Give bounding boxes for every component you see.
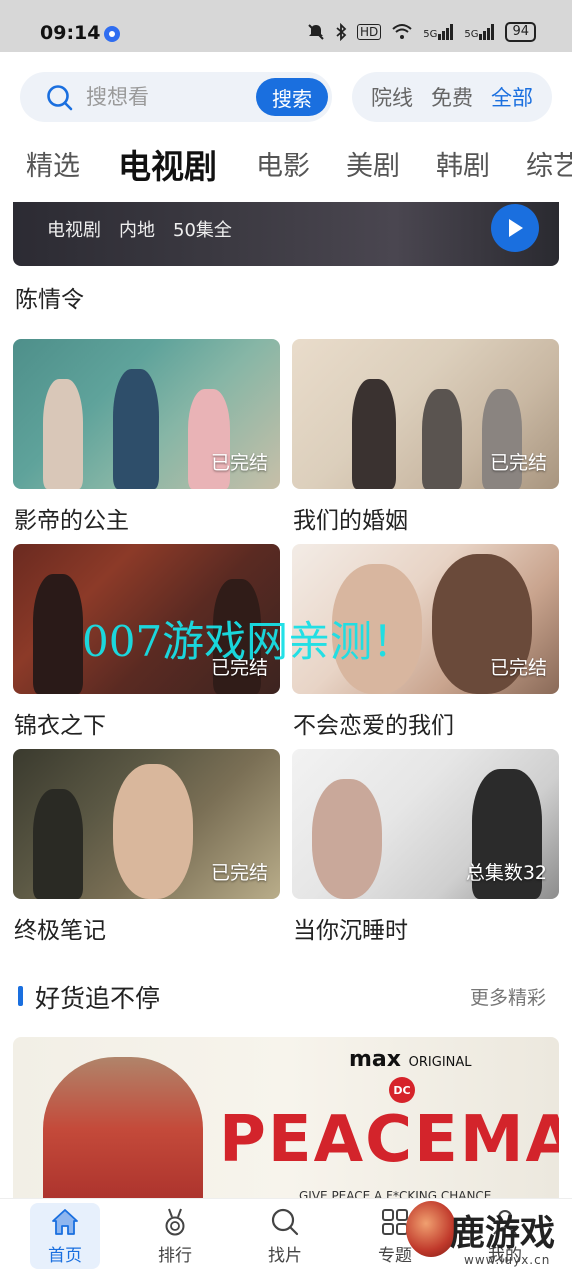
filter-cinema[interactable]: 院线 (371, 82, 413, 112)
tab-variety[interactable]: 综艺 (526, 144, 572, 183)
show-thumbnail[interactable]: 已完结 (13, 339, 280, 489)
home-icon (52, 1208, 78, 1235)
logo-url: www.luyx.cn (464, 1253, 551, 1267)
corner-logo: 鹿游戏 www.luyx.cn (406, 1193, 572, 1279)
banner-tag-episodes: 50集全 (173, 220, 232, 241)
show-title[interactable]: 影帝的公主 (13, 501, 280, 535)
signal-5g-2: 5G (464, 24, 495, 40)
wifi-icon (392, 24, 412, 39)
search-box[interactable]: 搜索 (20, 72, 332, 122)
show-thumbnail[interactable]: 总集数32 (292, 749, 559, 899)
banner-title[interactable]: 陈情令 (15, 280, 84, 314)
tab-featured[interactable]: 精选 (26, 144, 80, 183)
play-button[interactable] (491, 204, 539, 252)
channel-tabs: 精选 电视剧 电影 美剧 韩剧 综艺 (0, 136, 572, 198)
notification-dot-icon (104, 26, 120, 42)
nav-find[interactable]: 找片 (250, 1203, 320, 1269)
featured-banner[interactable]: 电视剧 内地 50集全 (13, 202, 559, 266)
feature-title: PEACEMAKE (219, 1103, 559, 1177)
status-icons: HD 5G 5G 94 (307, 22, 536, 42)
hd-label: HD (356, 24, 382, 40)
mute-icon (308, 24, 324, 40)
bluetooth-icon (336, 23, 347, 41)
poster-figure (422, 389, 462, 489)
medal-icon (165, 1208, 185, 1235)
filter-free[interactable]: 免费 (431, 82, 473, 112)
search-icon (47, 85, 73, 111)
show-thumbnail[interactable]: 已完结 (13, 749, 280, 899)
status-badge: 已完结 (210, 452, 268, 474)
show-card[interactable]: 已完结 我们的婚姻 (292, 339, 559, 535)
show-title[interactable]: 终极笔记 (13, 911, 280, 945)
watermark-text: 007游戏网亲测！ (82, 617, 415, 666)
signal-icon (479, 24, 495, 40)
status-time: 09:14 (40, 22, 101, 44)
signal-5g-1: 5G (423, 24, 454, 40)
poster-figure (33, 789, 83, 899)
show-title[interactable]: 当你沉睡时 (292, 911, 559, 945)
show-title[interactable]: 不会恋爱的我们 (292, 706, 559, 740)
search-row: 搜索 院线 免费 全部 (0, 52, 572, 136)
banner-tag-genre: 电视剧 (47, 220, 101, 241)
nav-label: 找片 (268, 1245, 302, 1266)
content-feed[interactable]: 电视剧 内地 50集全 陈情令 已完结 影帝的公主 已完结 我们的婚姻 已完结 … (0, 198, 572, 1198)
nav-home[interactable]: 首页 (30, 1203, 100, 1269)
signal-icon (438, 24, 454, 40)
tab-tv-series[interactable]: 电视剧 (118, 140, 217, 188)
filter-all[interactable]: 全部 (491, 82, 533, 112)
status-badge: 已完结 (489, 452, 547, 474)
show-thumbnail[interactable]: 已完结 (292, 339, 559, 489)
play-icon (509, 219, 523, 237)
dc-logo: DC (389, 1077, 415, 1103)
feature-hero-image (43, 1057, 203, 1198)
section-accent-bar (18, 986, 23, 1006)
poster-figure (113, 764, 193, 899)
more-link[interactable]: 更多精彩 (470, 983, 546, 1010)
status-badge: 已完结 (210, 862, 268, 884)
poster-figure (312, 779, 382, 899)
filter-group: 院线 免费 全部 (352, 72, 552, 122)
nav-ranking[interactable]: 排行 (140, 1203, 210, 1269)
feature-banner[interactable]: max ORIGINAL DC PEACEMAKE GIVE PEACE A F… (13, 1037, 559, 1198)
search-icon (271, 1208, 299, 1235)
search-button[interactable]: 搜索 (256, 78, 328, 116)
poster-figure (33, 574, 83, 694)
battery-indicator: 94 (505, 22, 536, 42)
show-card[interactable]: 已完结 终极笔记 (13, 749, 280, 945)
feature-brand: max ORIGINAL (349, 1047, 472, 1072)
show-title[interactable]: 锦衣之下 (13, 706, 280, 740)
show-card[interactable]: 总集数32 当你沉睡时 (292, 749, 559, 945)
tab-k-drama[interactable]: 韩剧 (436, 144, 490, 183)
status-badge: 已完结 (489, 657, 547, 679)
search-input[interactable] (86, 82, 246, 112)
poster-figure (43, 379, 83, 489)
poster-figure (352, 379, 396, 489)
nav-label: 首页 (48, 1245, 82, 1266)
section-header: 好货追不停 更多精彩 (0, 976, 572, 1016)
banner-tags: 电视剧 内地 50集全 (47, 216, 232, 242)
show-card[interactable]: 已完结 影帝的公主 (13, 339, 280, 535)
banner-tag-region: 内地 (119, 220, 155, 241)
tab-movies[interactable]: 电影 (256, 144, 310, 183)
nav-label: 排行 (158, 1245, 192, 1266)
logo-text: 鹿游戏 (450, 1214, 556, 1254)
show-title[interactable]: 我们的婚姻 (292, 501, 559, 535)
bottom-nav: 首页 排行 找片 专题 我的 鹿游戏 www.luyx.cn (0, 1198, 572, 1279)
status-badge: 总集数32 (465, 862, 547, 884)
tab-us-drama[interactable]: 美剧 (346, 144, 400, 183)
section-title: 好货追不停 (35, 984, 161, 1013)
poster-figure (113, 369, 159, 489)
logo-mark-icon (406, 1201, 456, 1257)
status-bar: 09:14 HD 5G 5G 94 (0, 0, 572, 52)
